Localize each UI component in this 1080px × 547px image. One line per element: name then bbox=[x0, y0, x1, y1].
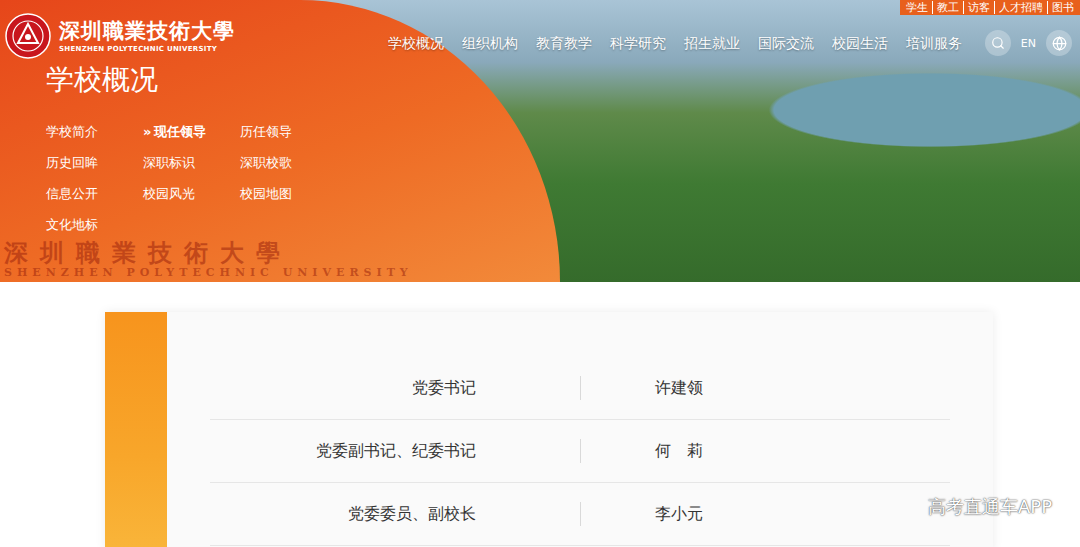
leader-name: 李小元 bbox=[581, 504, 950, 525]
header: 深圳職業技術大學SHENZHEN POLYTECHNIC UNIVERSITY学… bbox=[0, 0, 1080, 62]
leaders-card: 党委书记许建领党委副书记、纪委书记何 莉党委委员、副校长李小元 bbox=[105, 312, 993, 547]
calligraphy-zh: 深圳職業技術大學 bbox=[4, 240, 1080, 266]
nav-item[interactable]: 组织机构 bbox=[453, 31, 527, 55]
nav-item[interactable]: 教育教学 bbox=[527, 31, 601, 55]
submenu-item[interactable]: 深职标识 bbox=[143, 147, 240, 178]
leader-name: 何 莉 bbox=[581, 441, 950, 462]
submenu-item[interactable]: 历史回眸 bbox=[46, 147, 143, 178]
utility-link[interactable]: 教工 bbox=[932, 1, 963, 14]
submenu-item[interactable]: 信息公开 bbox=[46, 178, 143, 209]
university-emblem-icon bbox=[5, 13, 51, 59]
section-title: 学校概况 bbox=[46, 62, 1080, 98]
leader-role: 党委委员、副校长 bbox=[210, 504, 580, 525]
section-menu: 学校概况学校简介»现任领导历任领导历史回眸深职标识深职校歌信息公开校园风光校园地… bbox=[0, 62, 1080, 240]
logo-text: 深圳職業技術大學SHENZHEN POLYTECHNIC UNIVERSITY bbox=[59, 18, 235, 54]
submenu-item[interactable]: 深职校歌 bbox=[240, 147, 337, 178]
submenu: 学校简介»现任领导历任领导历史回眸深职标识深职校歌信息公开校园风光校园地图文化地… bbox=[46, 116, 1080, 240]
submenu-item[interactable]: 学校简介 bbox=[46, 116, 143, 147]
utility-link[interactable]: 人才招聘 bbox=[994, 1, 1047, 14]
leader-row: 党委副书记、纪委书记何 莉 bbox=[210, 420, 950, 483]
leader-role: 党委副书记、纪委书记 bbox=[210, 441, 580, 462]
submenu-item[interactable]: 历任领导 bbox=[240, 116, 337, 147]
nav-item[interactable]: 科学研究 bbox=[601, 31, 675, 55]
utility-link[interactable]: 学生 bbox=[902, 1, 932, 14]
card-accent bbox=[105, 312, 167, 547]
row-divider bbox=[580, 376, 581, 400]
logo[interactable]: 深圳職業技術大學SHENZHEN POLYTECHNIC UNIVERSITY bbox=[0, 0, 235, 62]
leader-role: 党委书记 bbox=[210, 378, 580, 399]
calligraphy-en: SHENZHEN POLYTECHNIC UNIVERSITY bbox=[4, 266, 1080, 280]
nav-item[interactable]: 国际交流 bbox=[749, 31, 823, 55]
utility-bar: 学生教工访客人才招聘图书 bbox=[900, 0, 1080, 15]
header-right: 学生教工访客人才招聘图书学校概况组织机构教育教学科学研究招生就业国际交流校园生活… bbox=[235, 0, 1080, 62]
leader-row: 党委书记许建领 bbox=[210, 357, 950, 420]
nav-item[interactable]: 培训服务 bbox=[897, 31, 971, 55]
utility-link[interactable]: 访客 bbox=[963, 1, 994, 14]
submenu-item[interactable]: 文化地标 bbox=[46, 209, 143, 240]
leader-name: 许建领 bbox=[581, 378, 950, 399]
search-button[interactable] bbox=[985, 30, 1011, 56]
logo-name-zh: 深圳職業技術大學 bbox=[59, 18, 235, 44]
logo-name-en: SHENZHEN POLYTECHNIC UNIVERSITY bbox=[59, 44, 235, 54]
nav-item[interactable]: 招生就业 bbox=[675, 31, 749, 55]
banner: 深圳職業技術大學SHENZHEN POLYTECHNIC UNIVERSITY学… bbox=[0, 0, 1080, 282]
search-icon bbox=[991, 36, 1005, 50]
row-divider bbox=[580, 502, 581, 526]
utility-link[interactable]: 图书 bbox=[1047, 1, 1078, 14]
banner-calligraphy: 深圳職業技術大學SHENZHEN POLYTECHNIC UNIVERSITY bbox=[0, 240, 1080, 280]
watermark: 高考直通车APP bbox=[928, 495, 1052, 519]
globe-button[interactable] bbox=[1046, 30, 1072, 56]
active-marker: » bbox=[143, 124, 151, 139]
nav-item[interactable]: 校园生活 bbox=[823, 31, 897, 55]
content: 党委书记许建领党委副书记、纪委书记何 莉党委委员、副校长李小元 bbox=[0, 282, 1080, 547]
main-nav: 学校概况组织机构教育教学科学研究招生就业国际交流校园生活培训服务 EN bbox=[379, 30, 1080, 56]
header-tools: EN bbox=[985, 30, 1072, 56]
leaders-list: 党委书记许建领党委副书记、纪委书记何 莉党委委员、副校长李小元 bbox=[167, 312, 993, 547]
globe-icon bbox=[1052, 36, 1067, 51]
submenu-item[interactable]: »现任领导 bbox=[143, 116, 240, 147]
submenu-item[interactable]: 校园风光 bbox=[143, 178, 240, 209]
page: 深圳職業技術大學SHENZHEN POLYTECHNIC UNIVERSITY学… bbox=[0, 0, 1080, 547]
language-link[interactable]: EN bbox=[1017, 37, 1040, 50]
row-divider bbox=[580, 439, 581, 463]
leader-row: 党委委员、副校长李小元 bbox=[210, 483, 950, 546]
nav-item[interactable]: 学校概况 bbox=[379, 31, 453, 55]
submenu-item[interactable]: 校园地图 bbox=[240, 178, 337, 209]
